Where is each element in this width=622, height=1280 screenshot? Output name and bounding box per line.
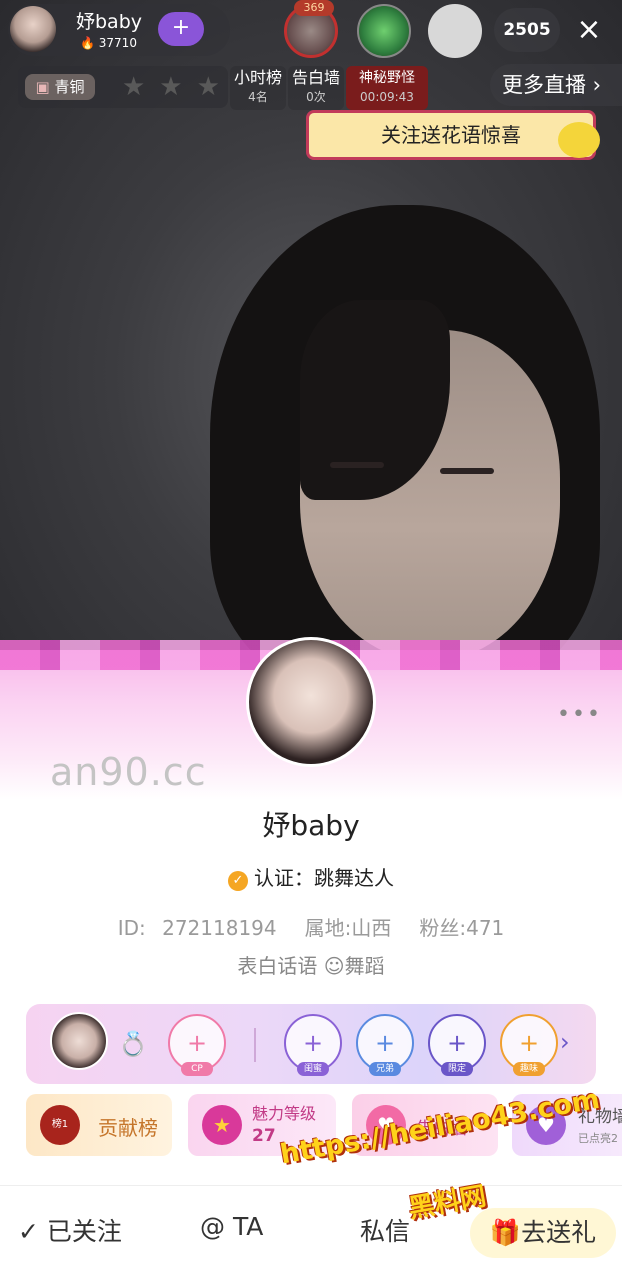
send-gift-button[interactable]: 🎁去送礼 — [470, 1208, 616, 1258]
relation-tag-limited: 限定 — [441, 1062, 473, 1076]
mention-button[interactable]: @ TA — [200, 1212, 263, 1241]
charm-level-value: 27 — [252, 1126, 276, 1146]
profile-meta: ID: 272118194 属地:山西 粉丝:471 — [0, 912, 622, 941]
chevron-right-icon[interactable]: › — [560, 1028, 570, 1056]
profile-location: 属地:山西 — [304, 916, 392, 940]
rank-bar[interactable]: ▣ 青铜 ★★★ — [18, 66, 228, 108]
host-score: 🔥 37710 — [80, 36, 137, 50]
relation-tag-brother: 兄弟 — [369, 1062, 401, 1076]
send-gift-label: 去送礼 — [521, 1218, 597, 1247]
mystery-monster-title: 神秘野怪 — [359, 70, 415, 86]
close-icon[interactable]: × — [572, 10, 606, 50]
relation-avatar[interactable] — [50, 1012, 108, 1070]
confession-wall-box[interactable]: 告白墙 0次 — [288, 66, 344, 110]
mystery-monster-box[interactable]: 神秘野怪 00:09:43 — [346, 66, 428, 110]
viewer-count[interactable]: 2505 — [494, 8, 560, 52]
profile-avatar[interactable] — [246, 637, 376, 767]
profile-bio: 表白话语 ☺舞蹈 — [237, 954, 385, 978]
relation-tag-fun: 趣味 — [513, 1062, 545, 1076]
confession-wall-value: 0次 — [306, 90, 326, 104]
host-score-value: 37710 — [98, 36, 137, 50]
rank-badge-icon: ▣ — [35, 78, 50, 96]
gift-icon: 🎁 — [489, 1218, 522, 1247]
star-icon: ★ — [202, 1105, 242, 1145]
certification-label: 认证：跳舞达人 — [254, 866, 394, 890]
fire-icon: 🔥 — [80, 36, 95, 50]
verified-icon: ✓ — [228, 871, 248, 891]
divider — [254, 1028, 256, 1062]
host-name: 妤baby — [76, 11, 143, 33]
followed-button[interactable]: ✓ 已关注 — [18, 1212, 122, 1248]
viewer-level-badge: 369 — [294, 0, 334, 16]
trophy-icon: 榜1 — [40, 1105, 80, 1145]
top-viewer-avatar[interactable] — [428, 4, 482, 58]
relation-tag-bestie: 闺蜜 — [297, 1062, 329, 1076]
rank-stars: ★★★ — [122, 72, 234, 102]
rank-badge-label: 青铜 — [54, 78, 85, 96]
confession-wall-title: 告白墙 — [291, 68, 340, 87]
streamer-eye — [330, 462, 384, 468]
message-button[interactable]: 私信 — [360, 1212, 410, 1248]
host-avatar[interactable] — [10, 6, 56, 52]
top-viewer-avatar[interactable] — [357, 4, 411, 58]
charm-label: 魅力等级 — [252, 1104, 317, 1123]
emoji-face-icon — [558, 122, 600, 158]
mystery-monster-timer: 00:09:43 — [360, 90, 414, 104]
rank-badge: ▣ 青铜 — [25, 74, 95, 100]
watermark: an90.cc — [50, 750, 207, 794]
certification: ✓ 认证：跳舞达人 — [0, 862, 622, 891]
profile-id: ID: 272118194 — [117, 916, 277, 940]
relation-tag-cp: CP — [181, 1062, 213, 1076]
hourly-rank-value: 4名 — [248, 90, 268, 104]
gift-wall-sub: 已点亮2 — [578, 1132, 618, 1145]
follow-host-button[interactable]: + — [158, 12, 204, 46]
streamer-eye — [440, 468, 494, 474]
profile-name: 妤baby — [262, 809, 360, 842]
more-live-button[interactable]: 更多直播 › — [490, 64, 622, 106]
profile-fans: 粉丝:471 — [419, 916, 505, 940]
contribution-label: 贡献榜 — [98, 1116, 158, 1140]
ring-icon: 💍 — [118, 1030, 148, 1058]
more-options-icon[interactable]: ••• — [557, 702, 602, 727]
contribution-tile[interactable]: 榜1 贡献榜 — [26, 1094, 172, 1156]
follow-promo-banner[interactable]: 关注送花语惊喜 — [306, 110, 596, 160]
hourly-rank-title: 小时榜 — [233, 68, 282, 87]
hourly-rank-box[interactable]: 小时榜 4名 — [230, 66, 286, 110]
